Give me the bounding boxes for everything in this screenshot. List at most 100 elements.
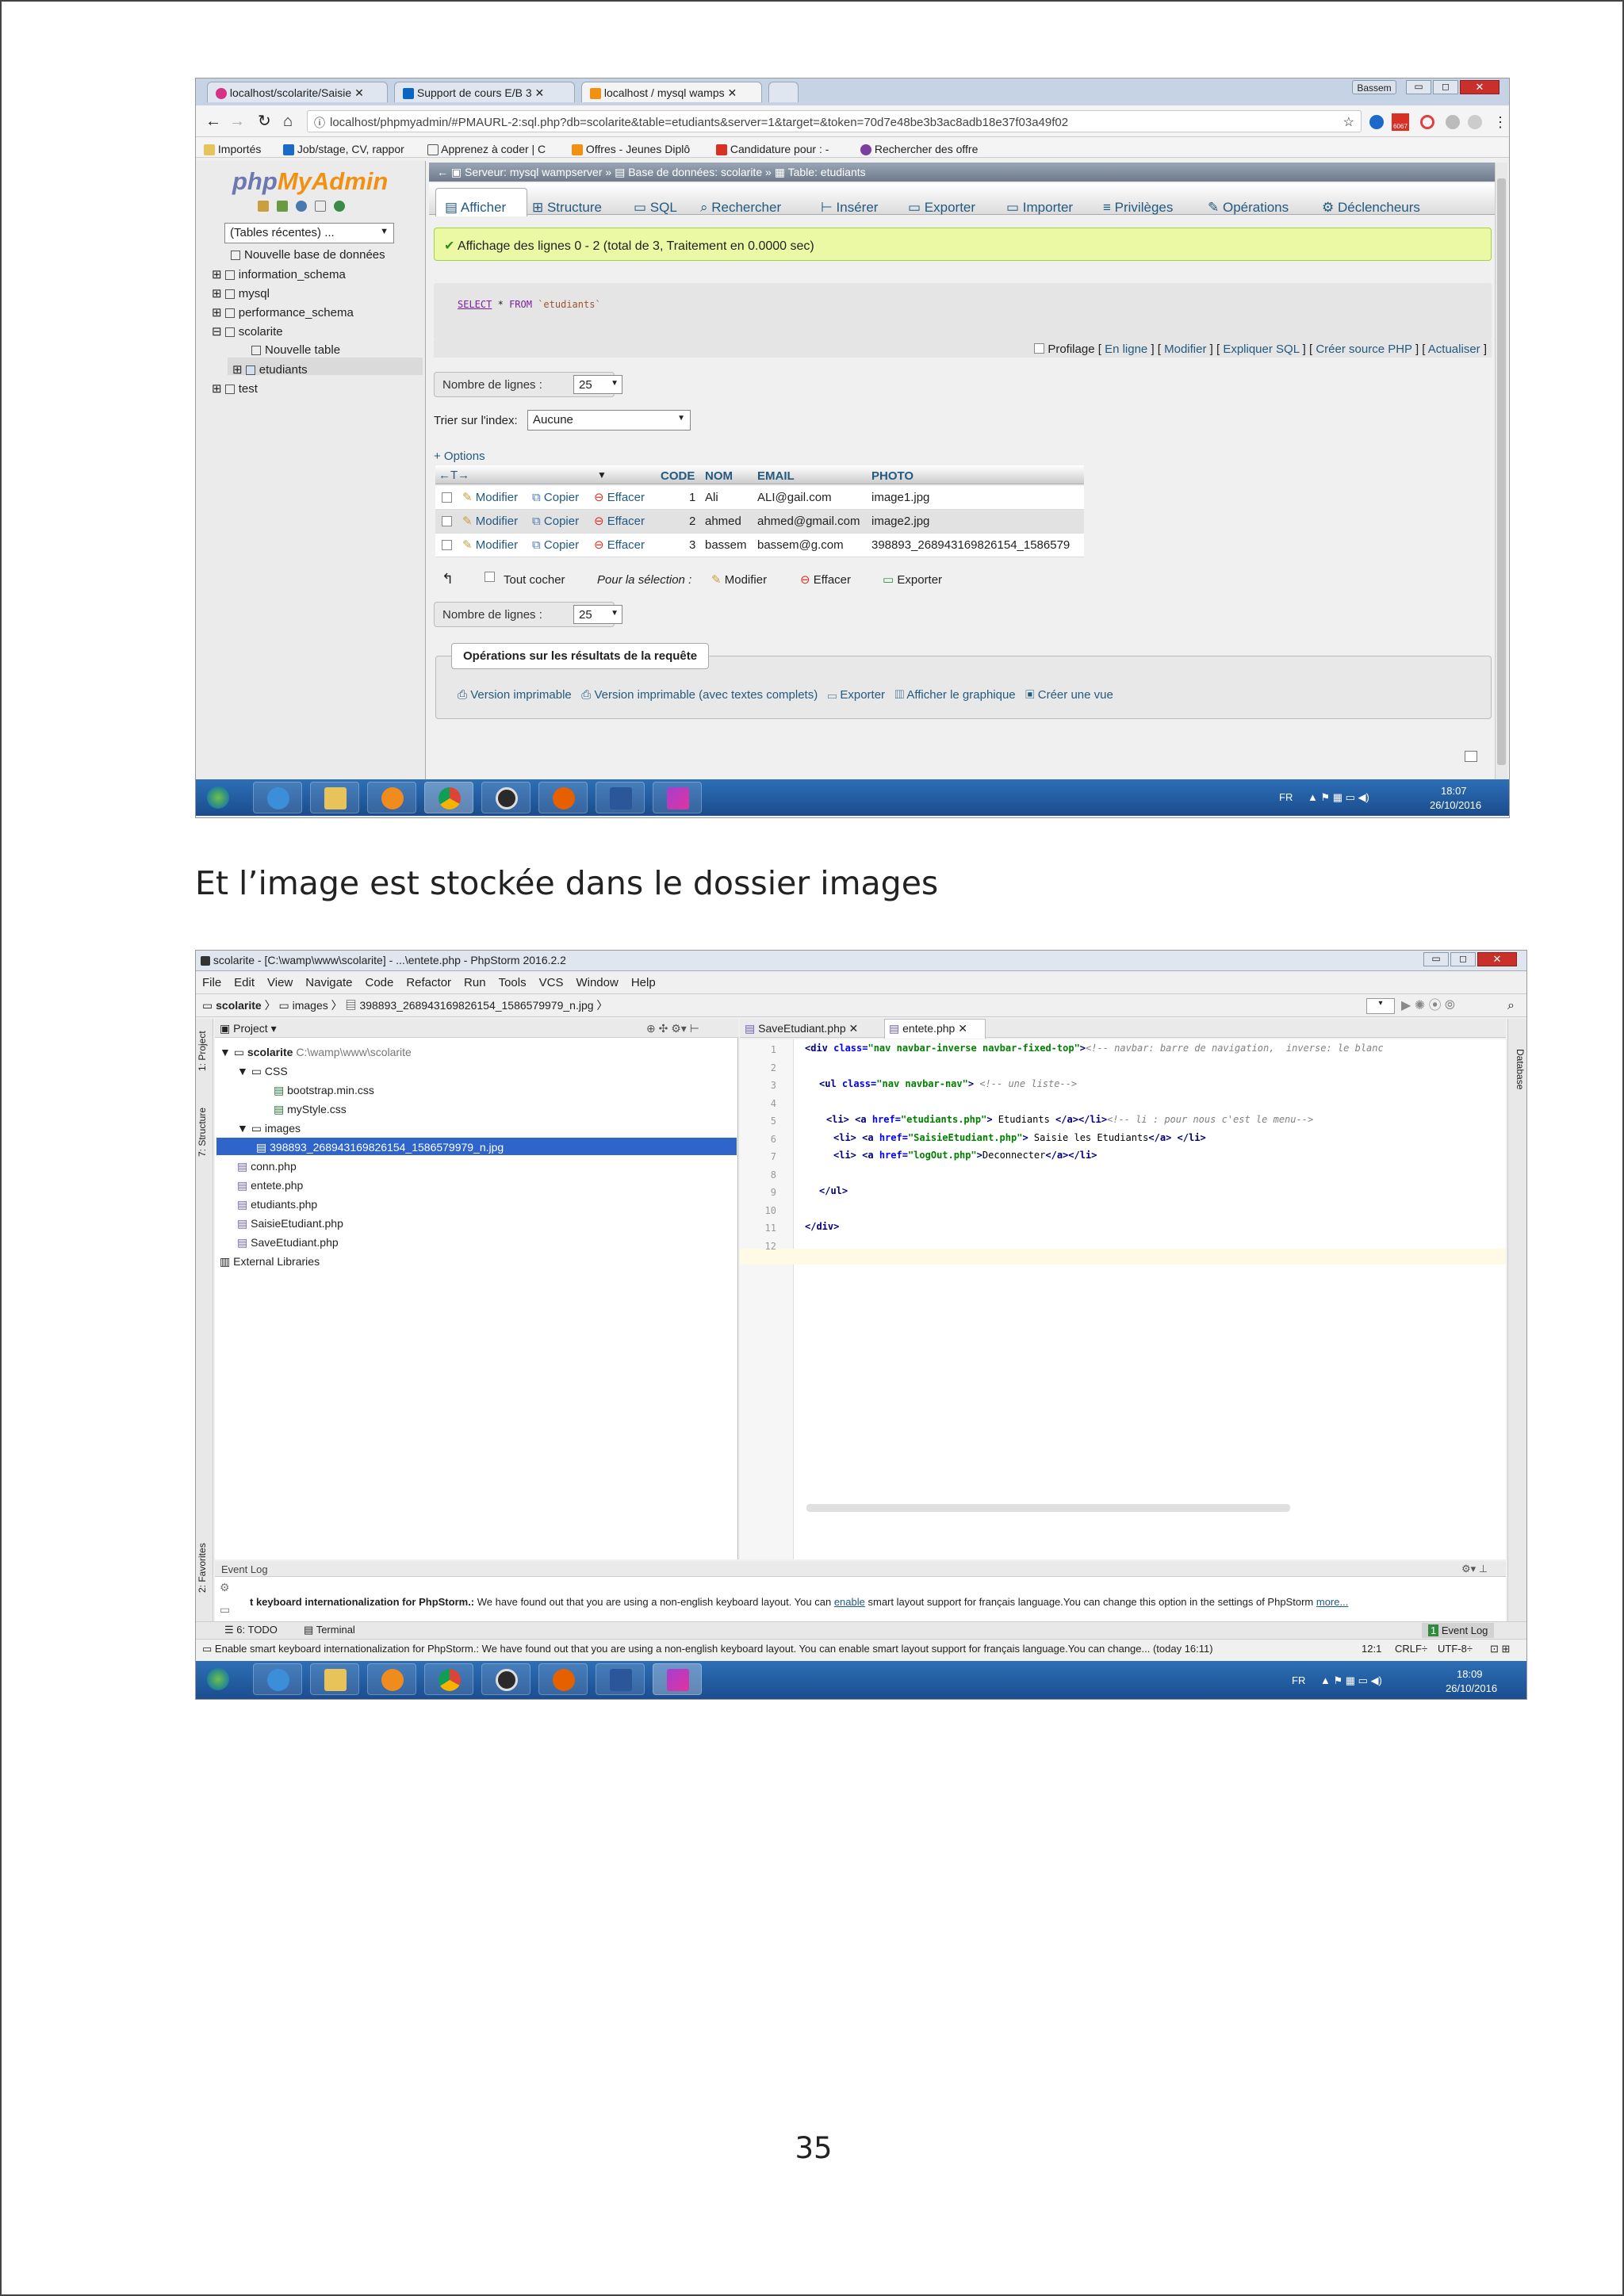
display-chart-link[interactable]: Afficher le graphique <box>906 688 1015 702</box>
tab-inserer[interactable]: ⊢ Insérer <box>821 200 878 216</box>
column-header-code[interactable]: CODE <box>661 470 695 482</box>
home-icon[interactable]: ⌂ <box>283 113 293 129</box>
tray-icons[interactable]: ▲ ⚑ ▦ ▭ ◀) <box>1320 1675 1382 1686</box>
todo-tool-button[interactable]: ☰ 6: TODO <box>224 1624 278 1635</box>
bookmark-item[interactable]: Offres - Jeunes Diplô <box>572 143 690 156</box>
scrollbar[interactable] <box>1495 163 1507 779</box>
reload-icon[interactable]: ↻ <box>258 113 271 129</box>
browser-tab-3[interactable]: localhost / mysql wamps ✕ <box>581 82 762 102</box>
file-item[interactable]: ▤ SaisieEtudiant.php <box>237 1217 343 1230</box>
bulk-delete-button[interactable]: Effacer <box>814 573 851 587</box>
event-log-side-icons[interactable]: ⚙ ▭ <box>220 1582 230 1615</box>
menu-edit[interactable]: Edit <box>234 976 255 989</box>
editor-tab-saveetudiant[interactable]: ▤ SaveEtudiant.php ✕ <box>745 1023 858 1034</box>
folder-item[interactable]: ▼ ▭ CSS <box>237 1065 288 1078</box>
editor-hscrollbar[interactable] <box>806 1504 1290 1512</box>
tab-operations[interactable]: ✎ Opérations <box>1208 200 1289 216</box>
menu-code[interactable]: Code <box>365 976 393 989</box>
close-icon[interactable]: ✕ <box>354 86 364 99</box>
check-all-checkbox[interactable] <box>485 572 495 582</box>
tab-sql[interactable]: ▭ SQL <box>634 200 677 216</box>
tab-structure[interactable]: ⊞ Structure <box>532 200 602 216</box>
status-icons[interactable]: ⊡ ⊞ <box>1490 1644 1510 1654</box>
tab-afficher[interactable]: ▤ Afficher <box>445 200 506 216</box>
create-view-link[interactable]: Créer une vue <box>1038 688 1113 702</box>
editor-tab-entete[interactable]: ▤ entete.php ✕ <box>889 1023 967 1034</box>
settings-icon[interactable] <box>334 201 345 212</box>
browser-tab-1[interactable]: localhost/scolarite/Saisie ✕ <box>207 82 388 102</box>
menu-vcs[interactable]: VCS <box>539 976 564 989</box>
bookmark-item[interactable]: Importés <box>204 143 261 156</box>
run-toolbar-icons[interactable]: ▶ ✺ ⦿ ⦾ <box>1401 1000 1455 1012</box>
file-item[interactable]: ▤ bootstrap.min.css <box>274 1084 374 1097</box>
db-tree-item[interactable]: ⊞ test <box>212 381 258 396</box>
explorer-icon[interactable] <box>310 782 359 813</box>
firefox-icon[interactable] <box>538 782 588 813</box>
close-icon[interactable]: ✕ <box>535 86 545 99</box>
extension-icon[interactable] <box>1420 115 1434 129</box>
print-view-link[interactable]: Version imprimable <box>470 688 572 702</box>
expand-icon[interactable]: ⊞ <box>212 306 222 320</box>
menu-tools[interactable]: Tools <box>499 976 527 989</box>
collapse-icon[interactable]: ← <box>437 166 451 178</box>
language-indicator[interactable]: FR <box>1279 792 1293 802</box>
menu-help[interactable]: Help <box>631 976 656 989</box>
row-checkbox[interactable] <box>442 516 452 526</box>
minimize-button[interactable]: ▭ <box>1406 80 1431 94</box>
status-line-separator[interactable]: CRLF÷ <box>1395 1644 1427 1654</box>
sort-index-select[interactable]: Aucune ▼ <box>527 410 691 430</box>
extension-icon[interactable] <box>1446 115 1460 129</box>
media-player-icon[interactable] <box>367 1663 416 1695</box>
code-line[interactable]: </ul> <box>819 1185 848 1196</box>
row-copy-link[interactable]: Copier <box>544 491 579 504</box>
database-tool-tab[interactable]: Database <box>1515 1049 1526 1120</box>
bookmark-item[interactable]: Job/stage, CV, rappor <box>283 143 404 156</box>
print-view-full-link[interactable]: Version imprimable (avec textes complets… <box>594 688 818 702</box>
close-window-button[interactable]: ✕ <box>1460 80 1500 94</box>
rows-per-page-select[interactable]: 25 ▼ <box>573 605 622 624</box>
external-libraries-item[interactable]: ▥ External Libraries <box>220 1255 320 1269</box>
browser-tab-2[interactable]: Support de cours E/B 3 ✕ <box>394 82 575 102</box>
console-icon[interactable] <box>1465 751 1477 762</box>
tray-icons[interactable]: ▲ ⚑ ▦ ▭ ◀) <box>1308 792 1369 802</box>
expand-icon[interactable]: ⊞ <box>212 382 222 396</box>
maximize-button[interactable]: ◻ <box>1450 952 1476 966</box>
word-icon[interactable] <box>596 782 645 813</box>
project-panel-title[interactable]: ▣ Project ▾ <box>220 1023 277 1034</box>
word-icon[interactable] <box>596 1663 645 1695</box>
file-item[interactable]: ▤ myStyle.css <box>274 1103 347 1116</box>
close-icon[interactable]: ✕ <box>958 1022 967 1035</box>
expand-icon[interactable]: ⊞ <box>212 287 222 300</box>
close-icon[interactable]: ✕ <box>728 86 737 99</box>
minimize-button[interactable]: ▭ <box>1423 952 1449 966</box>
run-config-select[interactable]: ▾ <box>1366 998 1395 1014</box>
file-item[interactable]: ▤ entete.php <box>237 1179 303 1192</box>
firefox-icon[interactable] <box>538 1663 588 1695</box>
bulk-export-button[interactable]: Exporter <box>897 573 942 587</box>
terminal-tool-button[interactable]: ▤ Terminal <box>304 1624 355 1635</box>
collapse-icon[interactable]: ⊟ <box>212 325 222 339</box>
tab-rechercher[interactable]: ⌕ Rechercher <box>700 200 781 216</box>
bookmark-item[interactable]: Apprenez à coder | C <box>427 143 546 156</box>
ie-icon[interactable] <box>253 782 302 813</box>
code-line[interactable]: <li> <a href="logOut.php">Deconnecter</a… <box>833 1150 1097 1161</box>
row-checkbox[interactable] <box>442 492 452 503</box>
chrome-icon[interactable] <box>424 782 473 813</box>
gmail-icon[interactable]: 6067 <box>1392 113 1409 131</box>
star-icon[interactable]: ☆ <box>1343 114 1354 130</box>
phpstorm-icon[interactable] <box>653 782 702 813</box>
bookmark-item[interactable]: Candidature pour : - <box>716 143 829 156</box>
folder-item[interactable]: ▼ ▭ images <box>237 1122 301 1135</box>
row-edit-link[interactable]: Modifier <box>476 538 518 552</box>
code-line[interactable]: <ul class="nav navbar-nav"> <!-- une lis… <box>819 1078 1077 1089</box>
language-indicator[interactable]: FR <box>1292 1675 1305 1686</box>
phpstorm-icon[interactable] <box>653 1663 702 1695</box>
menu-icon[interactable]: ⋮ <box>1493 115 1507 129</box>
code-line[interactable]: <li> <a href="etudiants.php"> Etudiants … <box>826 1114 1313 1125</box>
db-tree-item[interactable]: ⊞ information_schema <box>212 267 346 281</box>
close-icon[interactable]: ✕ <box>849 1022 859 1035</box>
column-header-photo[interactable]: PHOTO <box>871 470 914 482</box>
row-edit-link[interactable]: Modifier <box>476 491 518 504</box>
rows-per-page-select[interactable]: 25 ▼ <box>573 375 622 394</box>
new-tab-button[interactable] <box>768 82 799 102</box>
